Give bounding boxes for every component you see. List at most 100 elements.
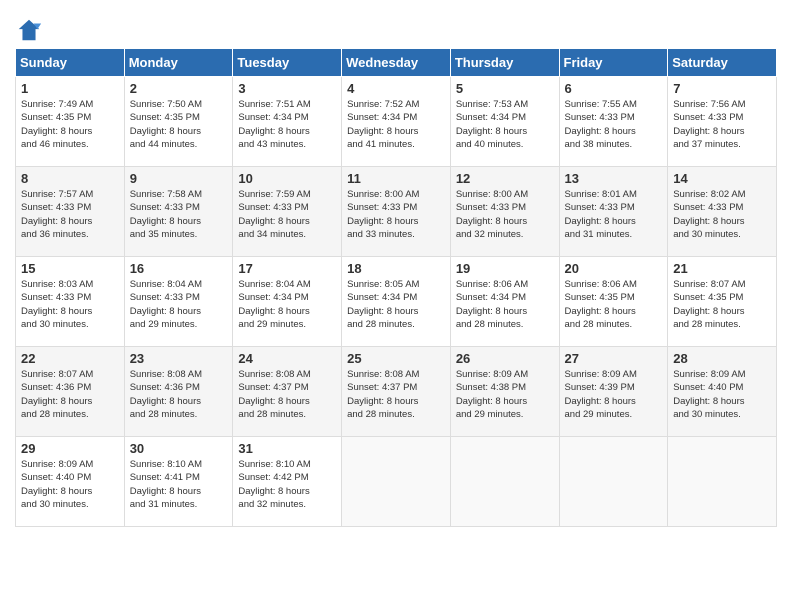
- day-number: 5: [456, 81, 554, 96]
- day-info: Sunrise: 8:07 AMSunset: 4:36 PMDaylight:…: [21, 368, 119, 421]
- calendar-cell: [668, 437, 777, 527]
- day-info: Sunrise: 7:59 AMSunset: 4:33 PMDaylight:…: [238, 188, 336, 241]
- day-info: Sunrise: 8:01 AMSunset: 4:33 PMDaylight:…: [565, 188, 663, 241]
- day-number: 17: [238, 261, 336, 276]
- day-number: 7: [673, 81, 771, 96]
- day-number: 23: [130, 351, 228, 366]
- day-info: Sunrise: 7:51 AMSunset: 4:34 PMDaylight:…: [238, 98, 336, 151]
- calendar-cell: 30 Sunrise: 8:10 AMSunset: 4:41 PMDaylig…: [124, 437, 233, 527]
- day-number: 15: [21, 261, 119, 276]
- day-number: 27: [565, 351, 663, 366]
- calendar-cell: 19 Sunrise: 8:06 AMSunset: 4:34 PMDaylig…: [450, 257, 559, 347]
- calendar-cell: 18 Sunrise: 8:05 AMSunset: 4:34 PMDaylig…: [342, 257, 451, 347]
- day-info: Sunrise: 8:09 AMSunset: 4:39 PMDaylight:…: [565, 368, 663, 421]
- calendar-cell: 15 Sunrise: 8:03 AMSunset: 4:33 PMDaylig…: [16, 257, 125, 347]
- calendar-cell: 14 Sunrise: 8:02 AMSunset: 4:33 PMDaylig…: [668, 167, 777, 257]
- calendar-header-row: SundayMondayTuesdayWednesdayThursdayFrid…: [16, 49, 777, 77]
- day-number: 22: [21, 351, 119, 366]
- header-tuesday: Tuesday: [233, 49, 342, 77]
- calendar-cell: [342, 437, 451, 527]
- day-number: 18: [347, 261, 445, 276]
- day-number: 26: [456, 351, 554, 366]
- calendar-cell: 25 Sunrise: 8:08 AMSunset: 4:37 PMDaylig…: [342, 347, 451, 437]
- week-row-2: 8 Sunrise: 7:57 AMSunset: 4:33 PMDayligh…: [16, 167, 777, 257]
- day-number: 20: [565, 261, 663, 276]
- calendar-cell: 1 Sunrise: 7:49 AMSunset: 4:35 PMDayligh…: [16, 77, 125, 167]
- calendar-cell: 13 Sunrise: 8:01 AMSunset: 4:33 PMDaylig…: [559, 167, 668, 257]
- day-number: 31: [238, 441, 336, 456]
- calendar-cell: 29 Sunrise: 8:09 AMSunset: 4:40 PMDaylig…: [16, 437, 125, 527]
- day-number: 13: [565, 171, 663, 186]
- day-number: 4: [347, 81, 445, 96]
- header: [15, 10, 777, 44]
- calendar-cell: 10 Sunrise: 7:59 AMSunset: 4:33 PMDaylig…: [233, 167, 342, 257]
- calendar-cell: 23 Sunrise: 8:08 AMSunset: 4:36 PMDaylig…: [124, 347, 233, 437]
- day-number: 30: [130, 441, 228, 456]
- calendar-cell: 31 Sunrise: 8:10 AMSunset: 4:42 PMDaylig…: [233, 437, 342, 527]
- day-info: Sunrise: 8:08 AMSunset: 4:36 PMDaylight:…: [130, 368, 228, 421]
- day-info: Sunrise: 7:50 AMSunset: 4:35 PMDaylight:…: [130, 98, 228, 151]
- week-row-3: 15 Sunrise: 8:03 AMSunset: 4:33 PMDaylig…: [16, 257, 777, 347]
- calendar-cell: 9 Sunrise: 7:58 AMSunset: 4:33 PMDayligh…: [124, 167, 233, 257]
- calendar-cell: 2 Sunrise: 7:50 AMSunset: 4:35 PMDayligh…: [124, 77, 233, 167]
- day-number: 10: [238, 171, 336, 186]
- calendar-cell: 12 Sunrise: 8:00 AMSunset: 4:33 PMDaylig…: [450, 167, 559, 257]
- day-info: Sunrise: 7:49 AMSunset: 4:35 PMDaylight:…: [21, 98, 119, 151]
- day-info: Sunrise: 8:09 AMSunset: 4:40 PMDaylight:…: [21, 458, 119, 511]
- day-info: Sunrise: 7:58 AMSunset: 4:33 PMDaylight:…: [130, 188, 228, 241]
- calendar: SundayMondayTuesdayWednesdayThursdayFrid…: [15, 48, 777, 527]
- day-number: 2: [130, 81, 228, 96]
- calendar-cell: 28 Sunrise: 8:09 AMSunset: 4:40 PMDaylig…: [668, 347, 777, 437]
- calendar-cell: 20 Sunrise: 8:06 AMSunset: 4:35 PMDaylig…: [559, 257, 668, 347]
- day-info: Sunrise: 7:57 AMSunset: 4:33 PMDaylight:…: [21, 188, 119, 241]
- calendar-cell: 27 Sunrise: 8:09 AMSunset: 4:39 PMDaylig…: [559, 347, 668, 437]
- calendar-cell: 22 Sunrise: 8:07 AMSunset: 4:36 PMDaylig…: [16, 347, 125, 437]
- calendar-cell: 3 Sunrise: 7:51 AMSunset: 4:34 PMDayligh…: [233, 77, 342, 167]
- day-info: Sunrise: 8:09 AMSunset: 4:40 PMDaylight:…: [673, 368, 771, 421]
- day-info: Sunrise: 8:04 AMSunset: 4:34 PMDaylight:…: [238, 278, 336, 331]
- calendar-cell: 24 Sunrise: 8:08 AMSunset: 4:37 PMDaylig…: [233, 347, 342, 437]
- calendar-cell: 7 Sunrise: 7:56 AMSunset: 4:33 PMDayligh…: [668, 77, 777, 167]
- calendar-cell: 8 Sunrise: 7:57 AMSunset: 4:33 PMDayligh…: [16, 167, 125, 257]
- calendar-cell: 4 Sunrise: 7:52 AMSunset: 4:34 PMDayligh…: [342, 77, 451, 167]
- week-row-4: 22 Sunrise: 8:07 AMSunset: 4:36 PMDaylig…: [16, 347, 777, 437]
- header-thursday: Thursday: [450, 49, 559, 77]
- calendar-cell: 16 Sunrise: 8:04 AMSunset: 4:33 PMDaylig…: [124, 257, 233, 347]
- day-info: Sunrise: 8:05 AMSunset: 4:34 PMDaylight:…: [347, 278, 445, 331]
- day-info: Sunrise: 8:03 AMSunset: 4:33 PMDaylight:…: [21, 278, 119, 331]
- calendar-cell: [559, 437, 668, 527]
- day-info: Sunrise: 8:08 AMSunset: 4:37 PMDaylight:…: [347, 368, 445, 421]
- day-info: Sunrise: 7:52 AMSunset: 4:34 PMDaylight:…: [347, 98, 445, 151]
- day-info: Sunrise: 8:00 AMSunset: 4:33 PMDaylight:…: [456, 188, 554, 241]
- day-number: 14: [673, 171, 771, 186]
- header-saturday: Saturday: [668, 49, 777, 77]
- day-number: 3: [238, 81, 336, 96]
- day-info: Sunrise: 8:04 AMSunset: 4:33 PMDaylight:…: [130, 278, 228, 331]
- day-info: Sunrise: 8:06 AMSunset: 4:34 PMDaylight:…: [456, 278, 554, 331]
- calendar-cell: 5 Sunrise: 7:53 AMSunset: 4:34 PMDayligh…: [450, 77, 559, 167]
- calendar-cell: 11 Sunrise: 8:00 AMSunset: 4:33 PMDaylig…: [342, 167, 451, 257]
- day-number: 25: [347, 351, 445, 366]
- day-number: 9: [130, 171, 228, 186]
- day-number: 6: [565, 81, 663, 96]
- week-row-5: 29 Sunrise: 8:09 AMSunset: 4:40 PMDaylig…: [16, 437, 777, 527]
- day-number: 8: [21, 171, 119, 186]
- day-info: Sunrise: 8:00 AMSunset: 4:33 PMDaylight:…: [347, 188, 445, 241]
- week-row-1: 1 Sunrise: 7:49 AMSunset: 4:35 PMDayligh…: [16, 77, 777, 167]
- day-number: 16: [130, 261, 228, 276]
- day-info: Sunrise: 8:09 AMSunset: 4:38 PMDaylight:…: [456, 368, 554, 421]
- calendar-cell: 26 Sunrise: 8:09 AMSunset: 4:38 PMDaylig…: [450, 347, 559, 437]
- header-friday: Friday: [559, 49, 668, 77]
- day-info: Sunrise: 8:07 AMSunset: 4:35 PMDaylight:…: [673, 278, 771, 331]
- day-info: Sunrise: 8:10 AMSunset: 4:41 PMDaylight:…: [130, 458, 228, 511]
- day-info: Sunrise: 7:53 AMSunset: 4:34 PMDaylight:…: [456, 98, 554, 151]
- day-info: Sunrise: 8:06 AMSunset: 4:35 PMDaylight:…: [565, 278, 663, 331]
- calendar-cell: 6 Sunrise: 7:55 AMSunset: 4:33 PMDayligh…: [559, 77, 668, 167]
- day-number: 1: [21, 81, 119, 96]
- day-number: 11: [347, 171, 445, 186]
- day-number: 29: [21, 441, 119, 456]
- header-monday: Monday: [124, 49, 233, 77]
- day-number: 21: [673, 261, 771, 276]
- day-info: Sunrise: 8:02 AMSunset: 4:33 PMDaylight:…: [673, 188, 771, 241]
- day-info: Sunrise: 7:56 AMSunset: 4:33 PMDaylight:…: [673, 98, 771, 151]
